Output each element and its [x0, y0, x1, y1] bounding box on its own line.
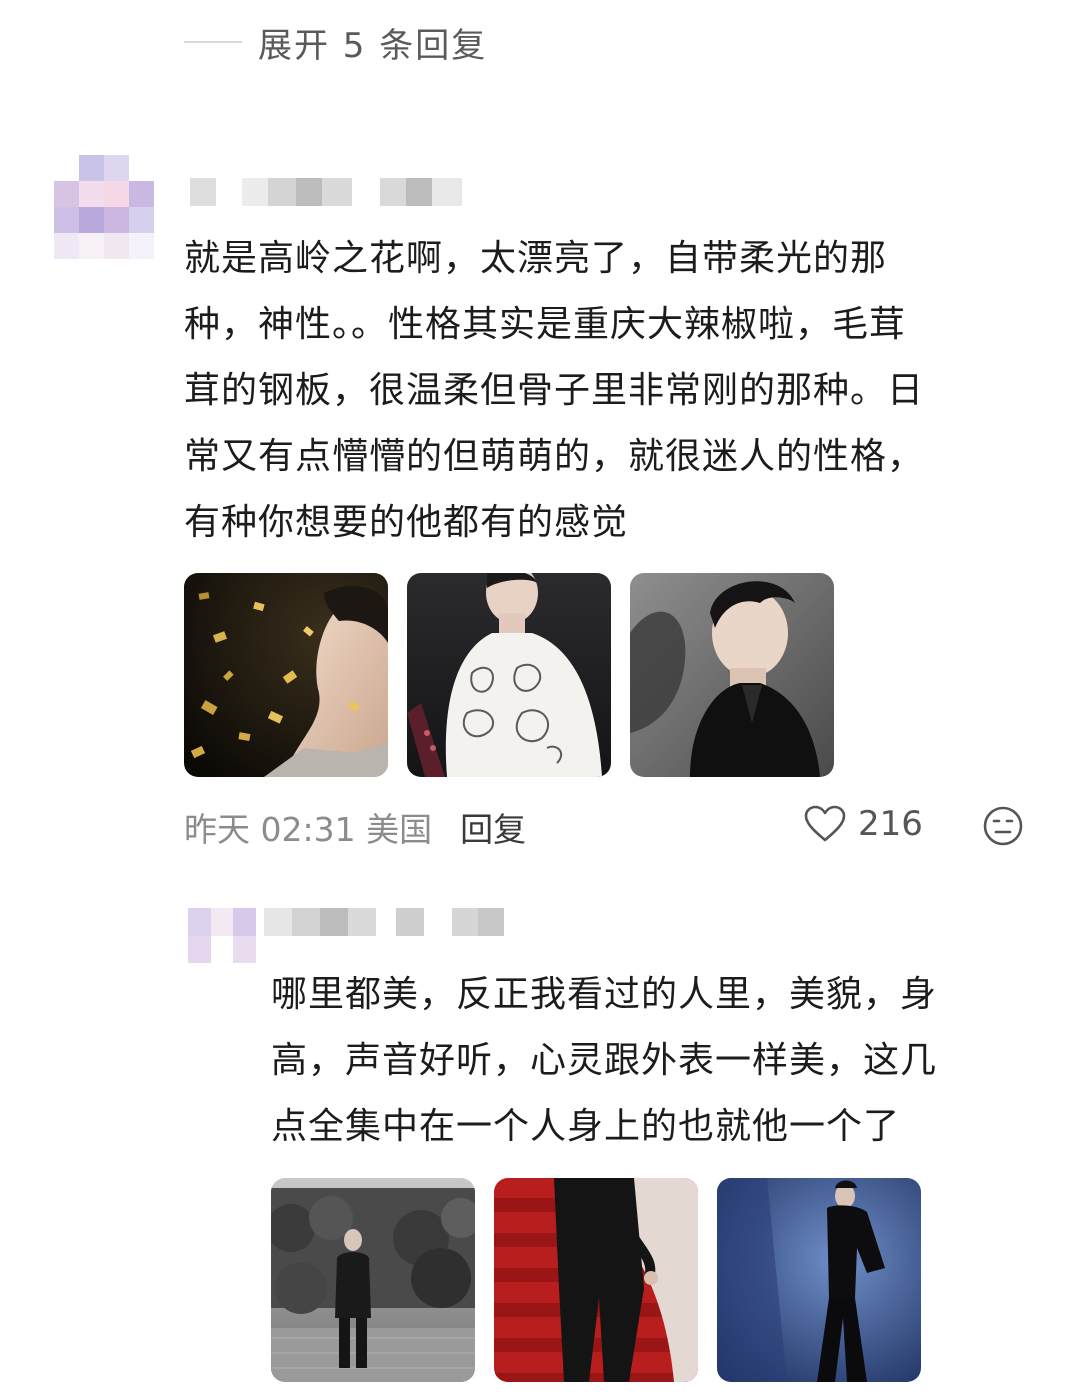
- avatar-pixel: [104, 181, 129, 207]
- reply-image[interactable]: [271, 1178, 475, 1382]
- username-blur-block: [264, 908, 292, 936]
- comment-image[interactable]: [184, 573, 388, 777]
- avatar-pixel: [129, 155, 154, 181]
- blue-stage-pose-image: [717, 1178, 921, 1382]
- emoji-button[interactable]: [982, 805, 1024, 851]
- comment-timestamp: 昨天 02:31 美国: [184, 810, 433, 849]
- like-button[interactable]: 216: [804, 804, 923, 844]
- username-blur-block: [424, 908, 452, 936]
- reply-image-grid: [271, 1178, 921, 1382]
- comment-image-grid: [184, 573, 834, 777]
- gold-confetti-portrait-image: [184, 573, 388, 777]
- reply-text: 哪里都美，反正我看过的人里，美貌，身 高，声音好听，心灵跟外表一样美，这几 点全…: [271, 974, 938, 1147]
- emoji-icon: [983, 806, 1023, 846]
- black-suit-shadow-profile-image: [630, 573, 834, 777]
- expand-replies[interactable]: 展开 5 条回复: [184, 18, 487, 66]
- username-blur-block: [380, 178, 406, 206]
- username-blur-block: [292, 908, 320, 936]
- comment-text: 就是高岭之花啊，太漂亮了，自带柔光的那 种，神性。。性格其实是重庆大辣椒啦，毛茸…: [184, 238, 925, 543]
- reply-image[interactable]: [717, 1178, 921, 1382]
- reply-button[interactable]: 回复: [460, 803, 526, 851]
- red-carpet-stairs-image: [494, 1178, 698, 1382]
- avatar-pixel: [129, 233, 154, 259]
- reply-avatar[interactable]: [188, 908, 256, 963]
- username-blur-block: [296, 178, 322, 206]
- avatar-pixel: [54, 207, 79, 233]
- avatar-pixel: [54, 233, 79, 259]
- username-blur-block: [352, 178, 380, 206]
- avatar-pixel: [210, 935, 234, 963]
- avatar-pixel: [210, 908, 234, 936]
- avatar-pixel: [104, 233, 129, 259]
- username-blur-block: [322, 178, 352, 206]
- expand-replies-label: 展开 5 条回复: [258, 25, 488, 66]
- avatar-pixel: [79, 181, 104, 207]
- reply-username-blurred[interactable]: [264, 908, 504, 936]
- expand-divider-line: [184, 41, 242, 43]
- username-blur-block: [396, 908, 424, 936]
- like-count: 216: [858, 804, 923, 844]
- suit-garden-photo-image: [271, 1178, 475, 1382]
- avatar-pixel: [233, 908, 256, 936]
- avatar[interactable]: [54, 155, 154, 259]
- avatar-pixel: [188, 935, 211, 963]
- username-blur-block: [478, 908, 504, 936]
- avatar-pixel: [54, 155, 79, 181]
- avatar-pixel: [233, 935, 256, 963]
- username-blur-block: [242, 178, 268, 206]
- username-blur-block: [348, 908, 376, 936]
- reply-image[interactable]: [494, 1178, 698, 1382]
- avatar-pixel: [129, 181, 154, 207]
- white-embroidered-shirt-image: [407, 573, 611, 777]
- comment-image[interactable]: [630, 573, 834, 777]
- avatar-pixel: [79, 155, 104, 181]
- avatar-pixel: [79, 207, 104, 233]
- username-blur-block: [268, 178, 296, 206]
- comment-image[interactable]: [407, 573, 611, 777]
- avatar-pixel: [54, 181, 79, 207]
- username-blur-block: [452, 908, 478, 936]
- username-blur-block: [376, 908, 396, 936]
- comment-meta-row: 昨天 02:31 美国 回复 216: [184, 800, 1024, 854]
- username-blur-block: [406, 178, 432, 206]
- avatar-pixel: [188, 908, 211, 936]
- heart-outline-icon: [804, 805, 846, 842]
- avatar-pixel: [104, 155, 129, 181]
- username-blur-block: [190, 178, 216, 206]
- username-blur-block: [432, 178, 462, 206]
- username-blur-block: [216, 178, 242, 206]
- username-blurred[interactable]: [190, 178, 462, 206]
- avatar-pixel: [129, 207, 154, 233]
- username-blur-block: [320, 908, 348, 936]
- avatar-pixel: [104, 207, 129, 233]
- avatar-pixel: [79, 233, 104, 259]
